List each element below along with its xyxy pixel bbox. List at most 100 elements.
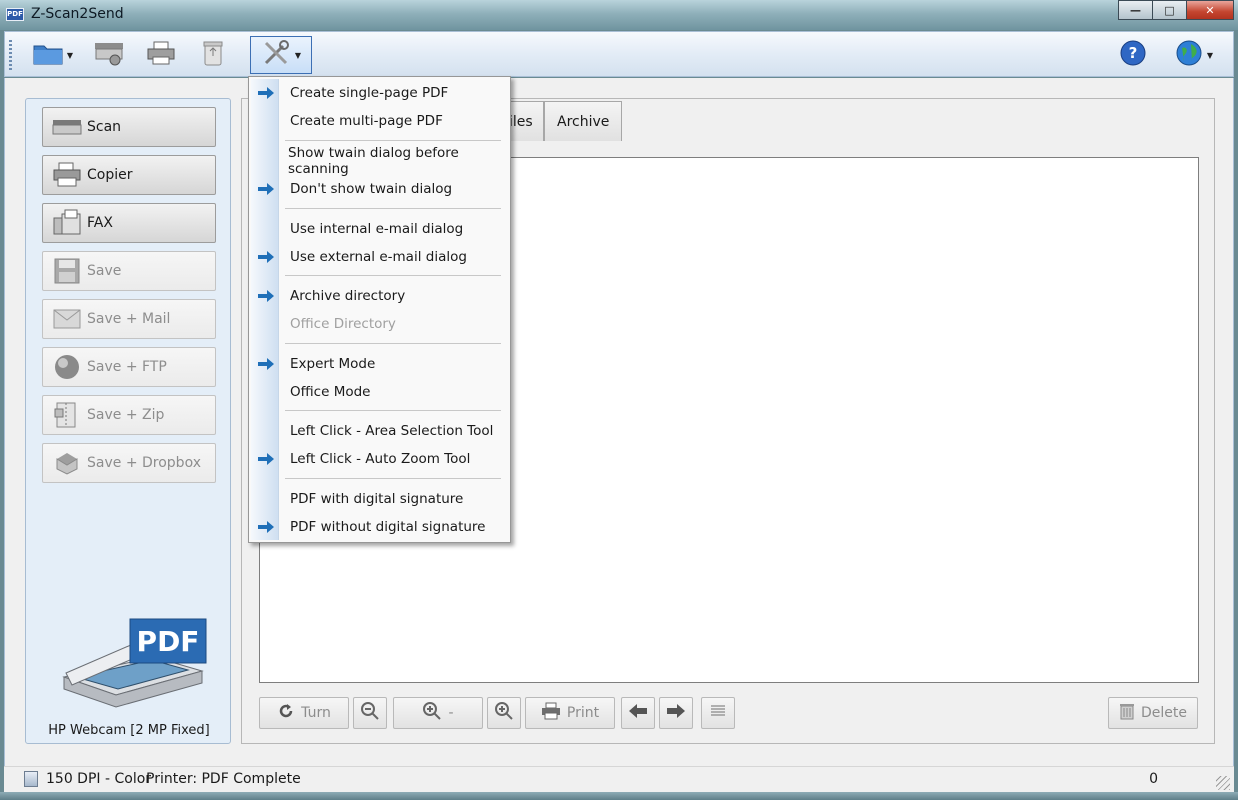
printer-icon: [541, 702, 561, 724]
copier-icon: [51, 161, 83, 189]
menu-item-expert-mode[interactable]: Expert Mode: [252, 352, 507, 376]
menu-item-label: Left Click - Area Selection Tool: [290, 423, 494, 439]
sphere-icon: [51, 354, 83, 380]
menu-item-label: Use external e-mail dialog: [290, 249, 467, 265]
trash-icon: [1119, 702, 1135, 724]
dropbox-icon: [51, 451, 83, 475]
save-mail-button-label: Save + Mail: [87, 311, 171, 327]
print-button[interactable]: Print: [525, 697, 615, 729]
save-mail-button[interactable]: Save + Mail: [42, 299, 216, 339]
chevron-down-icon: ▼: [1206, 50, 1214, 60]
menu-item-dont-show-twain-dialog[interactable]: Don't show twain dialog: [252, 177, 507, 201]
menu-item-office-mode[interactable]: Office Mode: [252, 380, 507, 404]
main-toolbar: ▼ ▼ ? ▼: [4, 31, 1234, 77]
rotate-icon: [277, 702, 295, 724]
printer-icon: [146, 39, 176, 71]
zoom-level-value: -: [448, 705, 454, 721]
window-controls: — □ ✕: [1118, 0, 1234, 20]
tab-archive[interactable]: Archive: [544, 101, 623, 141]
help-button[interactable]: ?: [1115, 36, 1151, 74]
maximize-button[interactable]: □: [1152, 0, 1186, 20]
selected-arrow-icon: [252, 290, 280, 302]
copier-button[interactable]: Copier: [42, 155, 216, 195]
minimize-button[interactable]: —: [1118, 0, 1152, 20]
zoom-level-dropdown[interactable]: -: [393, 697, 483, 729]
arrow-right-icon: [666, 703, 686, 723]
mail-icon: [51, 309, 83, 329]
chevron-down-icon: ▼: [294, 50, 302, 60]
menu-item-area-selection-tool[interactable]: Left Click - Area Selection Tool: [252, 419, 507, 443]
scanner-icon: [51, 116, 83, 138]
delete-button-label: Delete: [1141, 705, 1187, 721]
menu-item-label: Create single-page PDF: [290, 85, 449, 101]
document-icon: [24, 771, 38, 787]
zoom-out-button[interactable]: [353, 697, 387, 729]
delete-button[interactable]: Delete: [1108, 697, 1198, 729]
scanner-device-image: PDF: [54, 617, 214, 717]
save-button-label: Save: [87, 263, 122, 279]
menu-item-label: Office Mode: [290, 384, 371, 400]
menu-item-internal-email[interactable]: Use internal e-mail dialog: [252, 217, 507, 241]
chevron-down-icon: ▼: [66, 50, 74, 60]
window-bottom-border: [0, 792, 1238, 800]
tab-strip: iles Archive: [498, 101, 623, 141]
zoom-in-button[interactable]: [487, 697, 521, 729]
menu-item-pdf-with-signature[interactable]: PDF with digital signature: [252, 487, 507, 511]
save-ftp-button[interactable]: Save + FTP: [42, 347, 216, 387]
menu-item-office-directory: Office Directory: [252, 312, 507, 336]
menu-item-label: Use internal e-mail dialog: [290, 221, 464, 237]
save-dropbox-button-label: Save + Dropbox: [87, 455, 201, 471]
settings-menu-button[interactable]: ▼: [250, 36, 312, 74]
menu-item-pdf-without-signature[interactable]: PDF without digital signature: [252, 515, 507, 539]
copier-button-label: Copier: [87, 167, 133, 183]
open-folder-button[interactable]: ▼: [27, 36, 79, 74]
print-button-label: Print: [566, 705, 600, 721]
next-page-button[interactable]: [659, 697, 693, 729]
print-toolbar-button[interactable]: [143, 36, 179, 74]
menu-item-label: Office Directory: [290, 316, 396, 332]
menu-item-label: Don't show twain dialog: [290, 181, 453, 197]
resize-grip[interactable]: [1216, 776, 1230, 790]
menu-item-external-email[interactable]: Use external e-mail dialog: [252, 245, 507, 269]
turn-button[interactable]: Turn: [259, 697, 349, 729]
menu-item-archive-directory[interactable]: Archive directory: [252, 284, 507, 308]
page-list-button[interactable]: [701, 697, 735, 729]
menu-item-auto-zoom-tool[interactable]: Left Click - Auto Zoom Tool: [252, 447, 507, 471]
svg-text:?: ?: [1129, 44, 1138, 62]
menu-item-multi-page-pdf[interactable]: Create multi-page PDF: [252, 109, 507, 133]
fax-button[interactable]: FAX: [42, 203, 216, 243]
menu-separator: [285, 343, 501, 344]
recycle-toolbar-button[interactable]: [197, 36, 229, 74]
selected-arrow-icon: [252, 183, 280, 195]
menu-separator: [285, 478, 501, 479]
app-icon: PDF: [6, 8, 24, 21]
globe-icon: [1175, 39, 1203, 71]
save-button[interactable]: Save: [42, 251, 216, 291]
floppy-icon: [51, 258, 83, 284]
scan-button[interactable]: Scan: [42, 107, 216, 147]
close-button[interactable]: ✕: [1186, 0, 1234, 20]
zip-icon: [51, 401, 83, 429]
list-icon: [710, 703, 726, 723]
menu-item-label: Create multi-page PDF: [290, 113, 443, 129]
menu-item-show-twain-dialog[interactable]: Show twain dialog before scanning: [252, 145, 507, 177]
language-button[interactable]: ▼: [1167, 36, 1221, 74]
title-bar: PDF Z-Scan2Send — □ ✕: [0, 0, 1238, 30]
zoom-in-icon: [494, 701, 514, 725]
save-zip-button[interactable]: Save + Zip: [42, 395, 216, 435]
selected-arrow-icon: [252, 251, 280, 263]
selected-arrow-icon: [252, 453, 280, 465]
status-count: 0: [1149, 771, 1158, 787]
save-zip-button-label: Save + Zip: [87, 407, 165, 423]
save-dropbox-button[interactable]: Save + Dropbox: [42, 443, 216, 483]
scan-toolbar-button[interactable]: [89, 36, 129, 74]
save-ftp-button-label: Save + FTP: [87, 359, 167, 375]
zoom-out-icon: [360, 701, 380, 725]
menu-item-label: Left Click - Auto Zoom Tool: [290, 451, 471, 467]
selected-arrow-icon: [252, 358, 280, 370]
menu-item-single-page-pdf[interactable]: Create single-page PDF: [252, 81, 507, 105]
scan-button-label: Scan: [87, 119, 122, 135]
toolbar-grip[interactable]: [9, 40, 12, 70]
main-frame: Scan Copier FAX Save Save + Mail Save + …: [4, 78, 1234, 766]
previous-page-button[interactable]: [621, 697, 655, 729]
